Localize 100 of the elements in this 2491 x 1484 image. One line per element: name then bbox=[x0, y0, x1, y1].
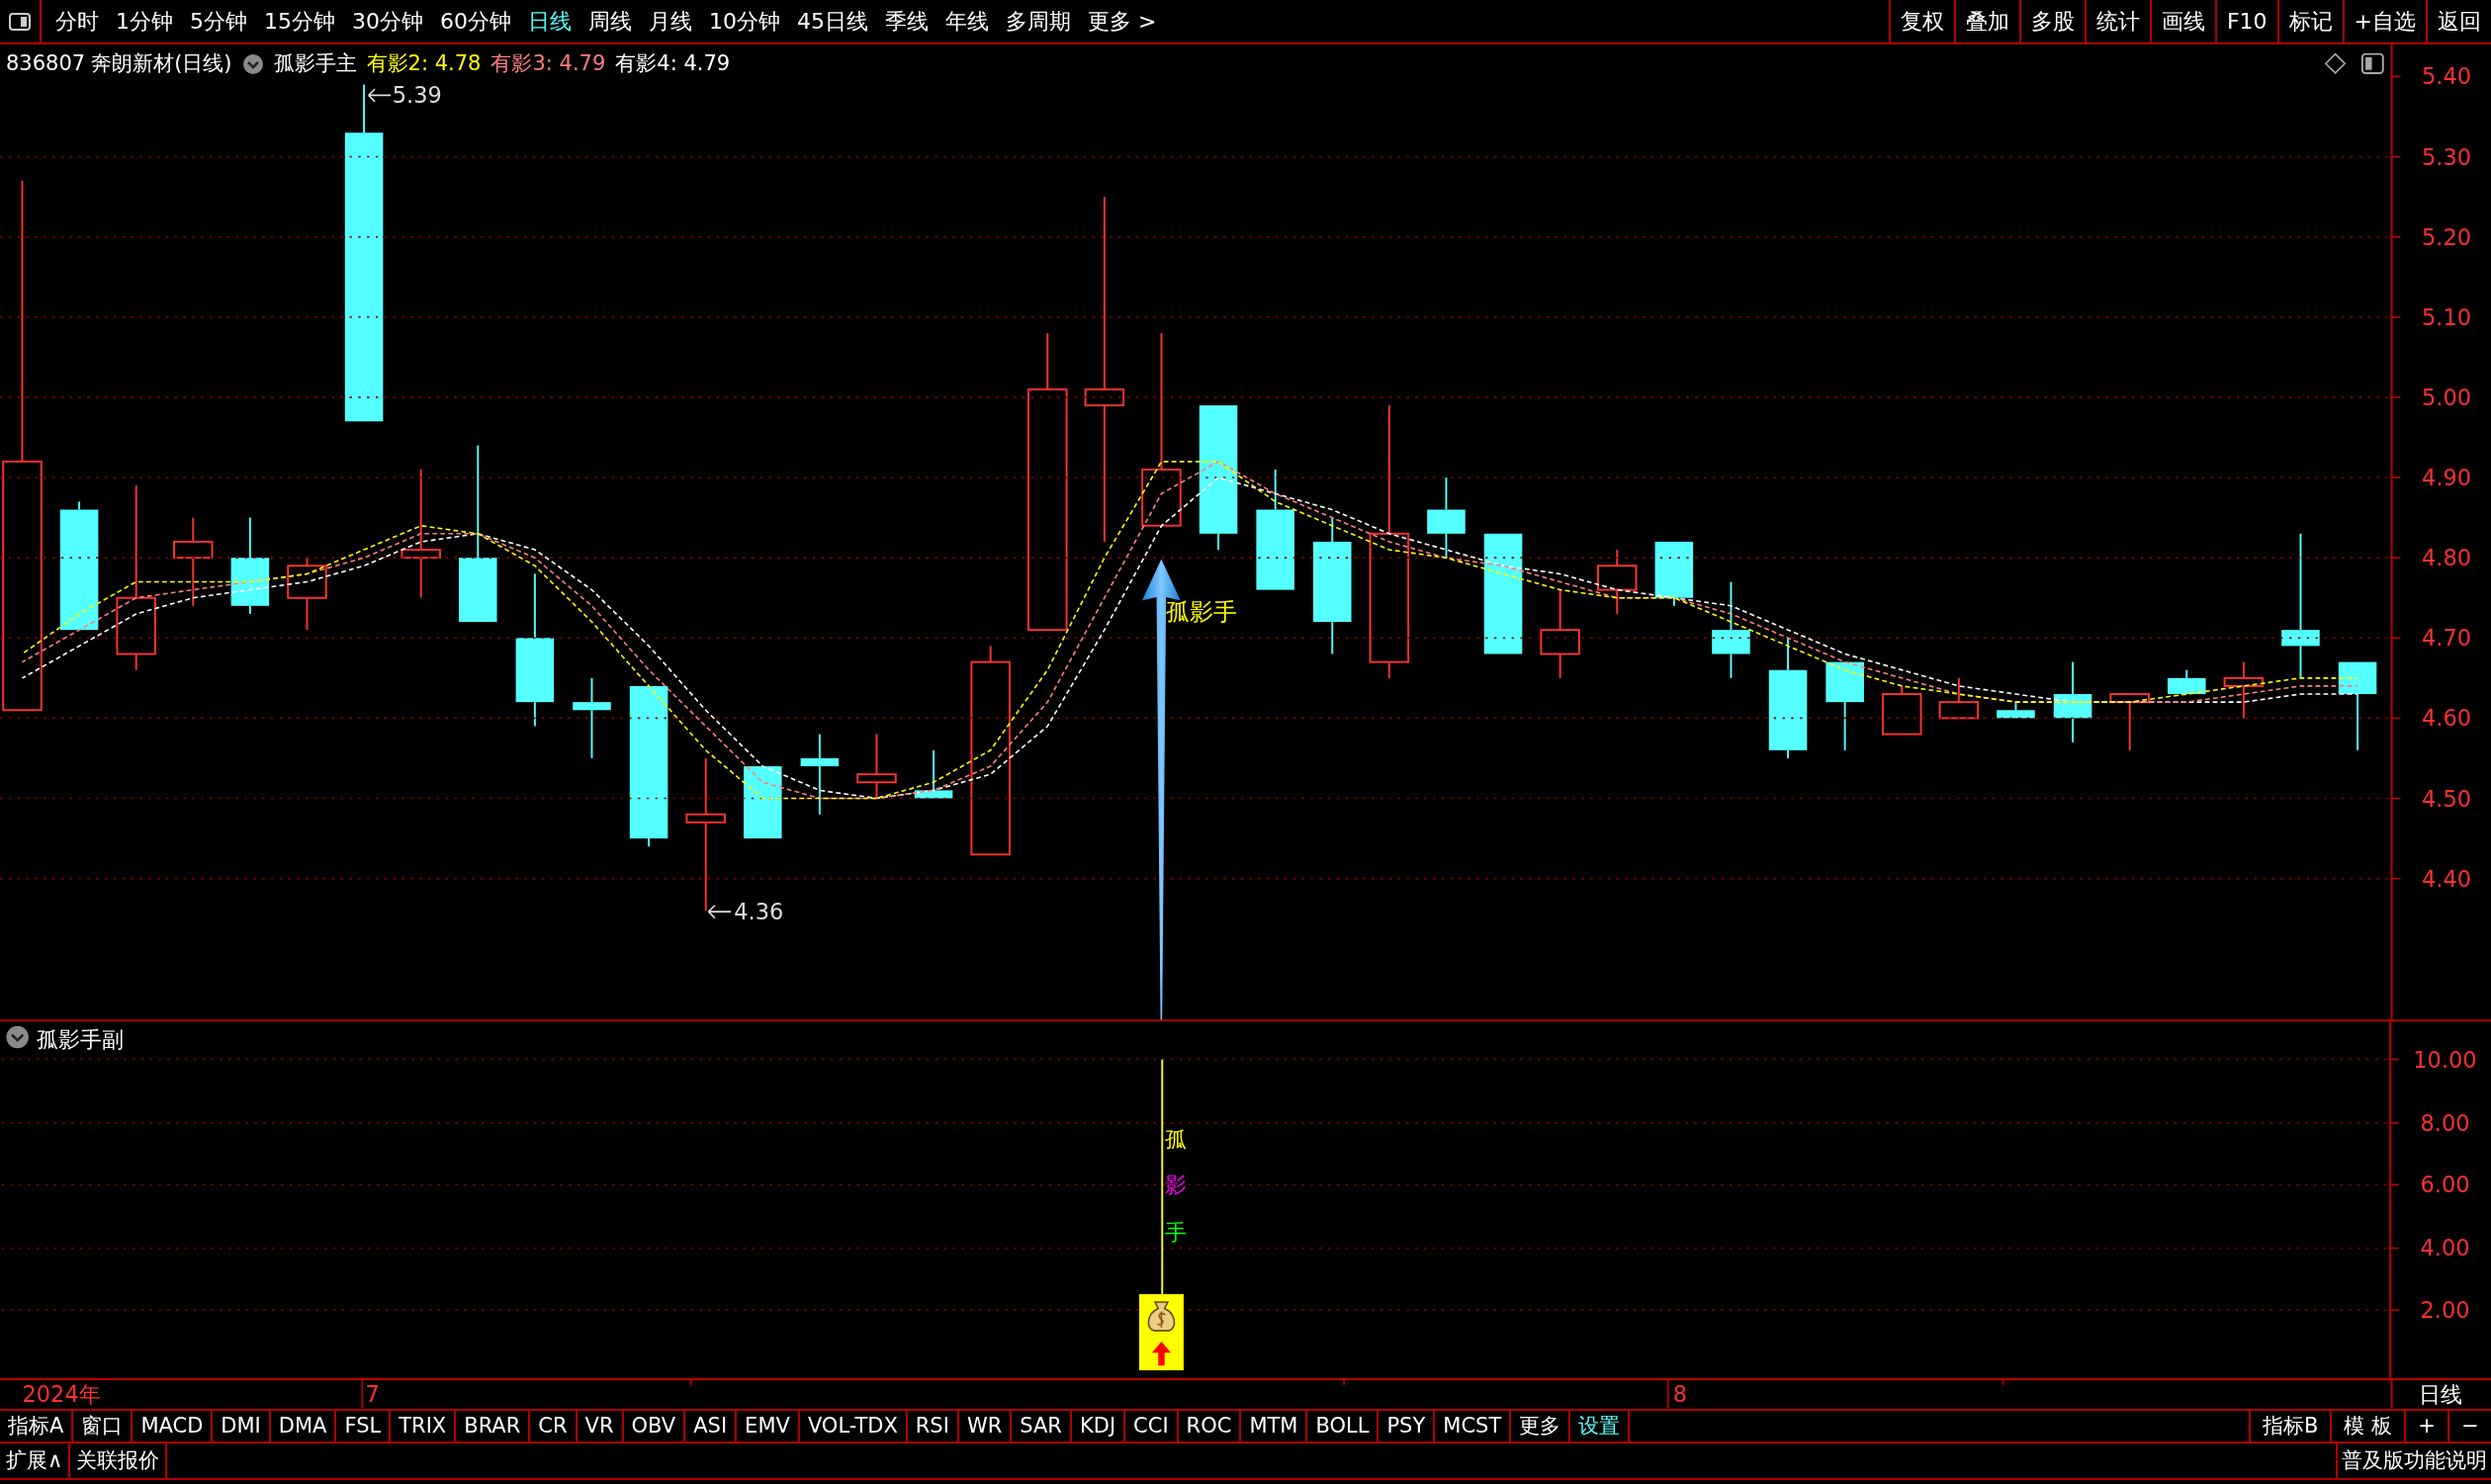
price-axis-label: 4.80 bbox=[2422, 545, 2472, 571]
low-price-label: 4.36 bbox=[734, 899, 784, 925]
price-axis-label: 4.40 bbox=[2422, 865, 2472, 892]
bottom-tab[interactable]: 扩展∧ bbox=[0, 1443, 71, 1478]
period-tab[interactable]: 45日线 bbox=[797, 5, 868, 38]
toolbar-button[interactable]: 叠加 bbox=[1953, 0, 2019, 43]
period-tab[interactable]: 年线 bbox=[945, 5, 989, 38]
signal-character: 孤 bbox=[1164, 1125, 1187, 1152]
period-tab[interactable]: 60分钟 bbox=[440, 5, 511, 38]
toolbar-button[interactable]: 标记 bbox=[2276, 0, 2343, 43]
high-price-label: 5.39 bbox=[392, 82, 442, 109]
period-tab[interactable]: 1分钟 bbox=[116, 5, 173, 38]
signal-character: 影 bbox=[1164, 1172, 1187, 1198]
indicator-tab[interactable]: KDJ bbox=[1071, 1411, 1126, 1441]
indicator-axis-label: 10.00 bbox=[2413, 1046, 2477, 1073]
indicator-tab[interactable]: VR bbox=[577, 1411, 624, 1441]
indicator-tab[interactable]: EMV bbox=[737, 1411, 800, 1441]
price-axis-label: 5.40 bbox=[2422, 63, 2472, 90]
indicator-value: 有影3: 4.79 bbox=[490, 50, 606, 77]
indicator-tab[interactable]: MACD bbox=[133, 1411, 214, 1441]
indicator-tab[interactable]: 模 板 bbox=[2330, 1411, 2404, 1441]
indicator-tab[interactable]: DMI bbox=[213, 1411, 271, 1441]
panel-icon bbox=[2360, 52, 2384, 74]
indicator-value: 有影4: 4.79 bbox=[615, 50, 731, 77]
indicator-tab[interactable]: 指标B bbox=[2248, 1411, 2331, 1441]
date-label: 7 bbox=[365, 1381, 380, 1408]
price-axis-label: 5.00 bbox=[2422, 384, 2472, 410]
toolbar-button[interactable]: +自选 bbox=[2342, 0, 2426, 43]
indicator-axis-label: 4.00 bbox=[2420, 1235, 2470, 1262]
indicator-tab[interactable]: VOL-TDX bbox=[799, 1411, 908, 1441]
collapse-icon[interactable] bbox=[241, 52, 264, 75]
indicator-tab[interactable]: ROC bbox=[1178, 1411, 1242, 1441]
indicator-tab[interactable]: 指标A bbox=[0, 1411, 74, 1441]
toolbar-button[interactable]: 统计 bbox=[2084, 0, 2150, 43]
money-bag-icon bbox=[1147, 1301, 1176, 1332]
date-label: 2024年 bbox=[22, 1381, 101, 1408]
collapse-icon bbox=[6, 1025, 29, 1049]
indicator-axis-label: 8.00 bbox=[2420, 1109, 2470, 1136]
indicator-tab[interactable]: CR bbox=[530, 1411, 578, 1441]
price-axis-label: 5.20 bbox=[2422, 223, 2472, 250]
panel-toggle-icon[interactable] bbox=[9, 12, 31, 31]
price-axis-label: 4.70 bbox=[2422, 625, 2472, 652]
indicator-tab[interactable]: MTM bbox=[1241, 1411, 1308, 1441]
toolbar-button[interactable]: 返回 bbox=[2426, 0, 2491, 43]
indicator-tab[interactable]: 设置 bbox=[1570, 1411, 1631, 1441]
indicator-tab[interactable]: 窗口 bbox=[73, 1411, 133, 1441]
bottom-tab[interactable]: 关联报价 bbox=[70, 1443, 168, 1478]
indicator-tab[interactable]: − bbox=[2447, 1411, 2491, 1441]
indicator-tab[interactable]: WR bbox=[958, 1411, 1013, 1441]
period-tab[interactable]: 月线 bbox=[649, 5, 692, 38]
indicator-tab[interactable]: BRAR bbox=[456, 1411, 531, 1441]
price-axis-label: 4.90 bbox=[2422, 465, 2472, 491]
toolbar-button[interactable]: 画线 bbox=[2149, 0, 2215, 43]
date-label: 8 bbox=[1672, 1381, 1687, 1408]
indicator-value: 有影2: 4.78 bbox=[366, 50, 482, 77]
up-arrow-icon bbox=[1151, 1342, 1172, 1366]
indicator-tab[interactable]: MCST bbox=[1435, 1411, 1512, 1441]
toolbar-button[interactable]: 复权 bbox=[1888, 0, 1954, 43]
candlestick bbox=[1938, 676, 1980, 720]
period-tab[interactable]: 更多 > bbox=[1088, 5, 1157, 38]
indicator-tab[interactable]: SAR bbox=[1012, 1411, 1072, 1441]
candlestick bbox=[2223, 660, 2265, 720]
period-tab[interactable]: 10分钟 bbox=[709, 5, 780, 38]
period-tab[interactable]: 15分钟 bbox=[264, 5, 335, 38]
period-tab[interactable]: 5分钟 bbox=[190, 5, 247, 38]
indicator-axis-label: 2.00 bbox=[2420, 1297, 2470, 1324]
pointer-arrow-icon bbox=[367, 88, 392, 103]
period-tab[interactable]: 分时 bbox=[55, 5, 99, 38]
indicator-tab[interactable]: + bbox=[2404, 1411, 2447, 1441]
candlestick bbox=[2168, 668, 2206, 695]
period-tab[interactable]: 周线 bbox=[588, 5, 632, 38]
period-tab[interactable]: 日线 bbox=[528, 5, 572, 38]
price-axis-label: 5.10 bbox=[2422, 304, 2472, 330]
signal-character: 手 bbox=[1164, 1219, 1187, 1246]
period-tab[interactable]: 多周期 bbox=[1006, 5, 1071, 38]
signal-label: 孤影手 bbox=[1166, 597, 1238, 626]
candlestick bbox=[1597, 549, 1638, 615]
indicator-tab[interactable]: RSI bbox=[907, 1411, 959, 1441]
diamond-icon bbox=[2324, 52, 2347, 75]
indicator-tab[interactable]: OBV bbox=[623, 1411, 686, 1441]
indicator-tab[interactable]: ASI bbox=[685, 1411, 738, 1441]
indicator-tab[interactable]: BOLL bbox=[1307, 1411, 1379, 1441]
period-label: 日线 bbox=[2418, 1381, 2462, 1408]
indicator-tab[interactable]: 更多 bbox=[1511, 1411, 1571, 1441]
help-link[interactable]: 普及版功能说明 bbox=[2336, 1443, 2491, 1478]
candlestick bbox=[2109, 693, 2150, 751]
price-axis-label: 4.50 bbox=[2422, 785, 2472, 812]
toolbar-button[interactable]: 多股 bbox=[2018, 0, 2085, 43]
period-tab[interactable]: 季线 bbox=[885, 5, 929, 38]
price-axis-label: 5.30 bbox=[2422, 143, 2472, 170]
toolbar-button[interactable]: F10 bbox=[2214, 0, 2277, 43]
indicator-tab[interactable]: PSY bbox=[1379, 1411, 1436, 1441]
indicator-tab[interactable]: DMA bbox=[270, 1411, 337, 1441]
pointer-arrow-icon bbox=[707, 904, 732, 919]
indicator-tab[interactable]: CCI bbox=[1125, 1411, 1179, 1441]
candlestick bbox=[1997, 701, 2035, 720]
indicator-tab[interactable]: TRIX bbox=[391, 1411, 457, 1441]
candlestick bbox=[856, 733, 897, 800]
period-tab[interactable]: 30分钟 bbox=[352, 5, 423, 38]
indicator-tab[interactable]: FSL bbox=[336, 1411, 392, 1441]
